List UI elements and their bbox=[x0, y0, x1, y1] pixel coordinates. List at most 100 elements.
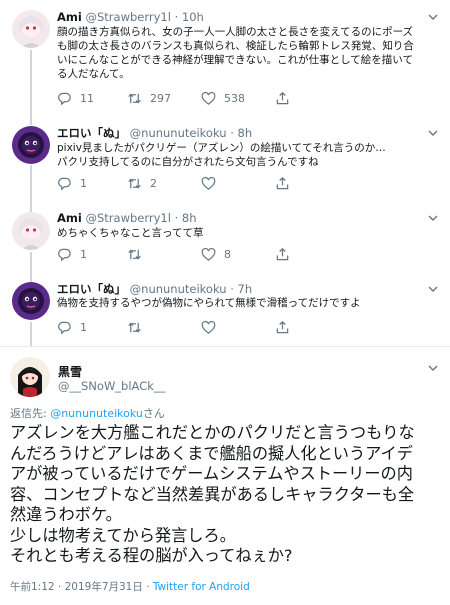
tweet-text: 偽物を支持するやつが偽物にやられて無様で滑稽ってだけですよ bbox=[57, 296, 437, 310]
reply-count: 1 bbox=[80, 247, 87, 261]
tweet-metadata: 午前1:12 · 2019年7月31日 · Twitter for Androi… bbox=[10, 579, 250, 594]
tweet[interactable]: Ami @Strawberry1l · 8h めちゃくちゃなこと言ってて草 1 … bbox=[0, 200, 450, 274]
separator-dot: · bbox=[230, 126, 234, 140]
tweet-text-line: んだろうけどアレはあくまで艦船の擬人化というアイデ bbox=[10, 443, 413, 463]
display-name[interactable]: 黒雪 bbox=[58, 363, 82, 380]
reply-icon bbox=[58, 92, 71, 105]
reply-icon bbox=[58, 177, 71, 190]
reply-button[interactable]: 1 bbox=[57, 319, 87, 335]
reply-to-link[interactable]: @nununuteikoku bbox=[50, 407, 143, 420]
chevron-down-icon[interactable] bbox=[426, 10, 440, 24]
tweet-text-line: pixiv見ましたがパクリゲー（アズレン）の絵描いててそれ言うのか… bbox=[57, 142, 386, 154]
user-handle[interactable]: @__SNoW_blACk__ bbox=[58, 379, 165, 393]
tweet[interactable]: Ami @Strawberry1l · 10h 顔の描き方真似られ、女の子一人一… bbox=[0, 0, 450, 118]
tweet-text-line: それとも考える程の脳が入ってねぇか? bbox=[10, 546, 293, 565]
share-icon bbox=[276, 176, 289, 189]
retweet-icon bbox=[128, 177, 141, 189]
retweet-button[interactable] bbox=[127, 246, 150, 262]
like-button[interactable]: 8 bbox=[201, 246, 231, 262]
tweet-text-line: も脚の太さ長さのバランスも真似られ、検証したら輪郭トレス発覚、知り合 bbox=[57, 40, 414, 52]
tweet-actions: 1 bbox=[57, 319, 357, 335]
like-count: 8 bbox=[224, 247, 231, 261]
source-link[interactable]: Twitter for Android bbox=[153, 581, 250, 593]
tweet[interactable]: エロい「ぬ」 @nununuteikoku · 7h 偽物を支持するやつが偽物に… bbox=[0, 274, 450, 347]
tweet-text-line: る人だなんて。 bbox=[57, 68, 130, 80]
tweet-header: エロい「ぬ」 @nununuteikoku · 8h bbox=[57, 125, 252, 141]
chevron-down-icon[interactable] bbox=[426, 361, 440, 375]
tweet-text-line: 然違うわボケ。 bbox=[10, 505, 122, 524]
share-button[interactable] bbox=[275, 246, 298, 262]
avatar[interactable] bbox=[10, 357, 50, 397]
avatar[interactable] bbox=[12, 126, 50, 164]
tweet-header: Ami @Strawberry1l · 8h bbox=[57, 210, 197, 226]
tweet-time[interactable]: 8h bbox=[238, 126, 253, 140]
share-icon bbox=[276, 91, 289, 104]
tweet-text: pixiv見ましたがパクリゲー（アズレン）の絵描いててそれ言うのか… パクリ支持… bbox=[57, 141, 437, 169]
reply-count: 1 bbox=[80, 320, 87, 334]
user-handle[interactable]: @nununuteikoku bbox=[130, 126, 227, 140]
user-handle[interactable]: @Strawberry1l bbox=[85, 211, 170, 225]
reply-suffix: さん bbox=[142, 407, 165, 420]
like-count: 538 bbox=[224, 91, 245, 105]
tweet-actions: 11 297 538 bbox=[57, 90, 357, 106]
tweet[interactable]: エロい「ぬ」 @nununuteikoku · 8h pixiv見ましたがパクリ… bbox=[0, 118, 450, 200]
share-icon bbox=[276, 320, 289, 333]
retweet-count: 297 bbox=[150, 91, 171, 105]
chevron-down-icon[interactable] bbox=[426, 126, 440, 140]
reply-count: 11 bbox=[80, 91, 94, 105]
reply-icon bbox=[58, 321, 71, 334]
chevron-down-icon[interactable] bbox=[426, 282, 440, 296]
tweet-text: アズレンを大方艦これだとかのパクリだと言うつもりな んだろうけどアレはあくまで艦… bbox=[10, 423, 446, 567]
display-name[interactable]: エロい「ぬ」 bbox=[57, 282, 126, 296]
chevron-down-icon[interactable] bbox=[426, 211, 440, 225]
share-button[interactable] bbox=[275, 90, 298, 106]
retweet-icon bbox=[128, 248, 141, 260]
separator-dot: · bbox=[174, 211, 179, 225]
user-handle[interactable]: @nununuteikoku bbox=[130, 282, 227, 296]
share-button[interactable] bbox=[275, 319, 298, 335]
display-name[interactable]: Ami bbox=[57, 10, 82, 24]
replying-to: 返信先: @nununuteikokuさん bbox=[10, 405, 165, 421]
tweet-header: Ami @Strawberry1l · 10h bbox=[57, 9, 204, 25]
reply-icon bbox=[58, 248, 71, 261]
display-name[interactable]: エロい「ぬ」 bbox=[57, 126, 126, 140]
retweet-button[interactable] bbox=[127, 319, 150, 335]
tweet-text-line: 少しは物考えてから発言しろ。 bbox=[10, 525, 236, 545]
like-button[interactable] bbox=[201, 175, 224, 191]
like-button[interactable]: 538 bbox=[201, 90, 245, 106]
display-name[interactable]: Ami bbox=[57, 211, 82, 225]
like-icon bbox=[201, 91, 216, 105]
tweet-text: めちゃくちゃなこと言ってて草 bbox=[57, 226, 437, 240]
tweet-actions: 1 8 bbox=[57, 246, 357, 262]
user-handle[interactable]: @Strawberry1l bbox=[85, 10, 170, 24]
like-button[interactable] bbox=[201, 319, 224, 335]
avatar[interactable] bbox=[12, 282, 50, 320]
reply-prefix: 返信先: bbox=[10, 407, 51, 420]
tweet-text-line: パクリ支持してるのに自分がされたら文句言うんですね bbox=[57, 156, 319, 168]
tweet-text-line: めちゃくちゃなこと言ってて草 bbox=[57, 227, 204, 239]
timestamp[interactable]: 午前1:12 · 2019年7月31日 · bbox=[10, 581, 153, 593]
reply-button[interactable]: 1 bbox=[57, 246, 87, 262]
like-icon bbox=[201, 247, 216, 261]
tweet-time[interactable]: 10h bbox=[182, 10, 204, 24]
retweet-button[interactable]: 2 bbox=[127, 175, 157, 191]
reply-button[interactable]: 1 bbox=[57, 175, 87, 191]
tweet-text-line: 偽物を支持するやつが偽物にやられて無様で滑稽ってだけですよ bbox=[57, 297, 361, 309]
reply-button[interactable]: 11 bbox=[57, 90, 94, 106]
tweet-text-line: アが被っているだけでゲームシステムやストーリーの内 bbox=[10, 464, 413, 483]
share-button[interactable] bbox=[275, 175, 298, 191]
separator-dot: · bbox=[174, 10, 179, 24]
avatar[interactable] bbox=[12, 10, 50, 48]
avatar[interactable] bbox=[12, 212, 50, 250]
retweet-icon bbox=[128, 92, 141, 104]
retweet-button[interactable]: 297 bbox=[127, 90, 171, 106]
tweet-actions: 1 2 bbox=[57, 175, 357, 191]
tweet-text-line: 顔の描き方真似られ、女の子一人一人脚の太さと長さを変えてるのにポーズ bbox=[57, 26, 414, 38]
retweet-icon bbox=[128, 321, 141, 333]
reply-count: 1 bbox=[80, 176, 87, 190]
separator-dot: · bbox=[230, 282, 234, 296]
tweet-time[interactable]: 8h bbox=[182, 211, 197, 225]
focused-tweet[interactable]: 黒雪 @__SNoW_blACk__ 返信先: @nununuteikokuさん… bbox=[0, 347, 450, 605]
tweet-time[interactable]: 7h bbox=[238, 282, 253, 296]
tweet-text-line: アズレンを大方艦これだとかのパクリだと言うつもりな bbox=[10, 423, 415, 442]
